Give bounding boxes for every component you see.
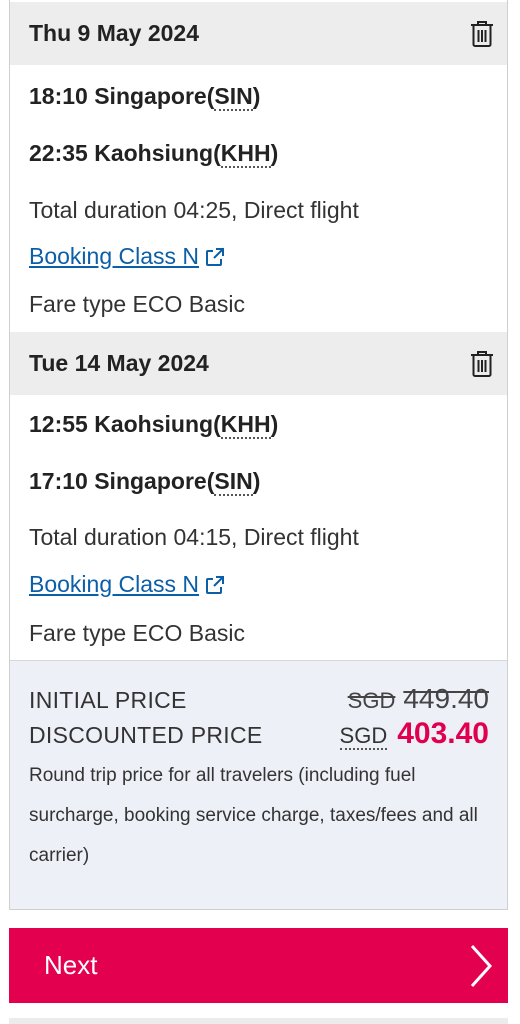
external-link-icon bbox=[206, 247, 225, 266]
next-button-label[interactable]: Next bbox=[44, 950, 97, 981]
next-button[interactable]: Next bbox=[9, 928, 508, 1003]
discounted-price-value: SGD 403.40 bbox=[339, 717, 489, 750]
airport-code[interactable]: SIN bbox=[214, 468, 253, 496]
trash-icon[interactable] bbox=[469, 349, 495, 379]
bottom-divider bbox=[9, 1018, 508, 1024]
external-link-icon bbox=[206, 575, 225, 594]
trash-icon[interactable] bbox=[469, 19, 495, 49]
itinerary-card: Thu 9 May 2024 18:10 Singapore(SIN) 22:3… bbox=[9, 0, 508, 910]
segment-2-duration: Total duration 04:15, Direct flight bbox=[29, 524, 359, 550]
initial-price-value: SGD 449.40 bbox=[347, 683, 489, 714]
segment-1-fare-type: Fare type ECO Basic bbox=[29, 291, 246, 317]
segment-1-date-header: Thu 9 May 2024 bbox=[10, 2, 507, 65]
airport-code[interactable]: SIN bbox=[214, 83, 253, 111]
segment-1-booking-class: Booking Class N bbox=[29, 243, 227, 270]
airport-code[interactable]: KHH bbox=[220, 411, 271, 439]
discounted-price-label: DISCOUNTED PRICE bbox=[29, 722, 263, 748]
segment-1-arrival: 22:35 Kaohsiung(KHH) bbox=[29, 140, 279, 168]
segment-1-duration: Total duration 04:25, Direct flight bbox=[29, 197, 359, 223]
discounted-price-row: DISCOUNTED PRICE SGD 403.40 bbox=[29, 717, 489, 751]
initial-price-row: INITIAL PRICE SGD 449.40 bbox=[29, 683, 489, 715]
currency-code[interactable]: SGD bbox=[339, 723, 388, 750]
segment-2-booking-class: Booking Class N bbox=[29, 571, 227, 598]
chevron-right-icon bbox=[470, 944, 493, 987]
booking-class-link[interactable]: Booking Class N bbox=[29, 571, 227, 598]
segment-2-fare-type: Fare type ECO Basic bbox=[29, 620, 246, 646]
segment-2-date: Tue 14 May 2024 bbox=[29, 350, 209, 376]
airport-code[interactable]: KHH bbox=[220, 140, 271, 168]
initial-price-label: INITIAL PRICE bbox=[29, 687, 187, 713]
segment-2-arrival: 17:10 Singapore(SIN) bbox=[29, 468, 261, 496]
booking-class-link[interactable]: Booking Class N bbox=[29, 243, 227, 270]
segment-2-departure: 12:55 Kaohsiung(KHH) bbox=[29, 411, 279, 439]
segment-2-date-header: Tue 14 May 2024 bbox=[10, 332, 507, 395]
segment-1-date: Thu 9 May 2024 bbox=[29, 20, 200, 46]
price-note: Round trip price for all travelers (incl… bbox=[29, 765, 478, 866]
segment-1-departure: 18:10 Singapore(SIN) bbox=[29, 83, 261, 111]
